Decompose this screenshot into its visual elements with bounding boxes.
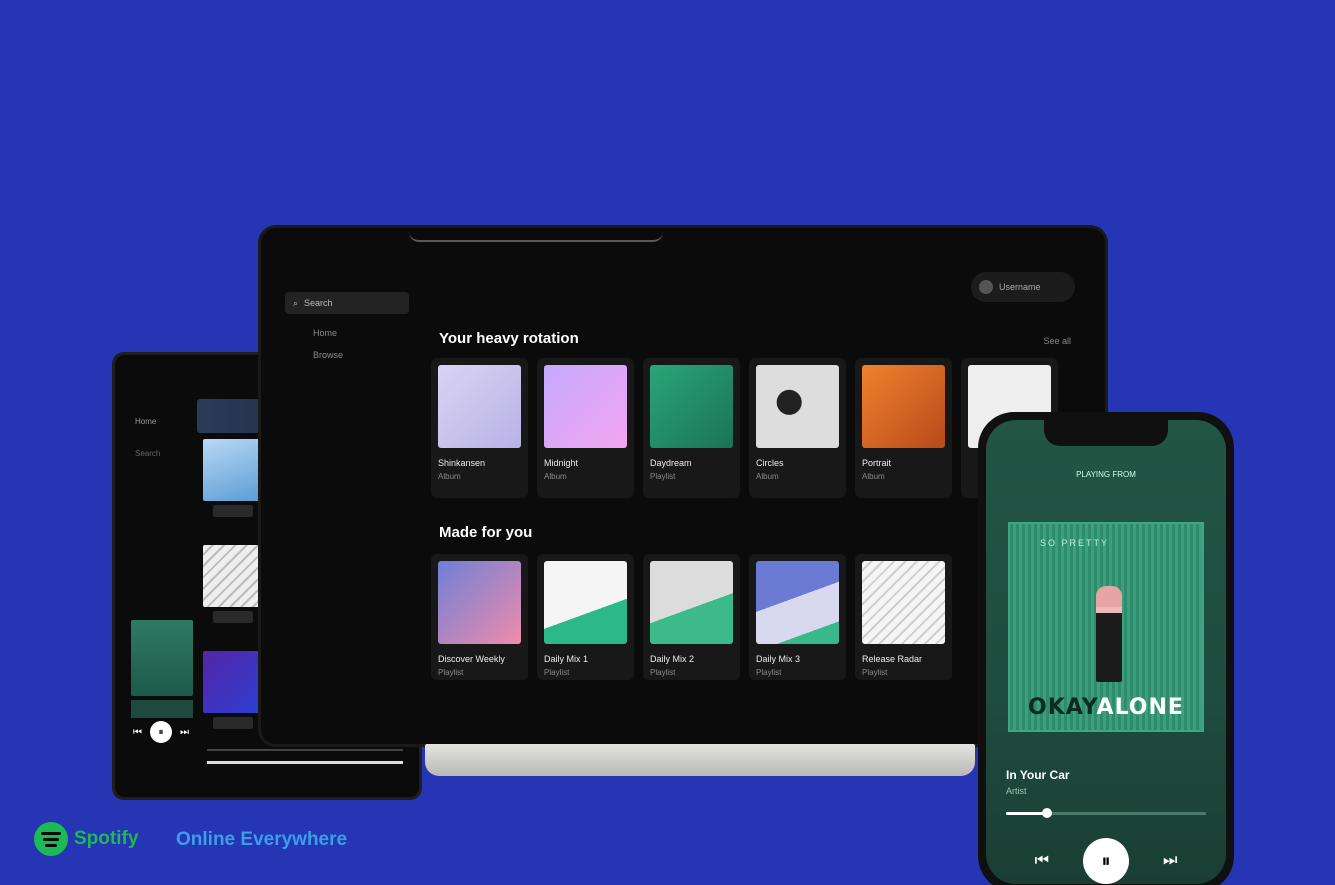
album-card[interactable]: Circles Album — [749, 358, 846, 498]
tablet-divider — [207, 749, 403, 751]
tile-art — [203, 545, 265, 607]
tablet-tile[interactable] — [203, 439, 265, 517]
progress-fill — [1006, 812, 1046, 815]
album-cover-figure — [1096, 586, 1122, 682]
song-title: In Your Car — [1006, 768, 1070, 782]
tablet-tile[interactable] — [203, 545, 265, 623]
album-art — [862, 365, 945, 448]
tablet-sidebar-search[interactable]: Search — [135, 449, 160, 458]
profile-menu-button[interactable]: Username — [971, 272, 1075, 302]
playlist-card[interactable]: Daily Mix 3 Playlist — [749, 554, 846, 680]
tile-art — [203, 439, 265, 501]
phone-progress-bar[interactable] — [1006, 812, 1206, 815]
now-playing-header: PLAYING FROM — [1076, 470, 1136, 479]
album-card[interactable]: Midnight Album — [537, 358, 634, 498]
album-cover-title: OKAYALONE — [1028, 695, 1184, 720]
album-art — [756, 365, 839, 448]
tablet-now-playing-art[interactable] — [131, 620, 193, 696]
profile-name: Username — [999, 282, 1041, 292]
album-art — [438, 365, 521, 448]
phone-notch — [1044, 420, 1168, 446]
laptop-sidebar: ⌕ Search Home Browse — [285, 292, 415, 366]
album-card[interactable]: Daydream Playlist — [643, 358, 740, 498]
avatar — [979, 280, 993, 294]
tablet-tile[interactable] — [203, 651, 265, 729]
spotify-icon — [34, 822, 68, 856]
playlist-art — [650, 561, 733, 644]
tablet-now-playing-info — [131, 700, 193, 718]
see-all-link[interactable]: See all — [1043, 336, 1071, 346]
section-made-for-you-title: Made for you — [439, 524, 533, 541]
section-heavy-rotation-title: Your heavy rotation — [439, 330, 579, 347]
album-card[interactable]: Portrait Album — [855, 358, 952, 498]
tablet-sidebar-home[interactable]: Home — [135, 417, 156, 426]
album-cover: SO PRETTY OKAYALONE — [1008, 522, 1204, 732]
search-icon: ⌕ — [293, 297, 299, 308]
phone-device: PLAYING FROM SO PRETTY OKAYALONE In Your… — [978, 412, 1234, 885]
playlist-art — [438, 561, 521, 644]
album-art — [650, 365, 733, 448]
tablet-player-controls: ⏮ ⏸ ⏭ — [133, 721, 189, 743]
album-cover-top-text: SO PRETTY — [1040, 538, 1110, 548]
sidebar-search[interactable]: ⌕ Search — [285, 292, 409, 314]
next-icon[interactable]: ⏭ — [1163, 852, 1177, 870]
sidebar-nav: Home Browse — [285, 322, 415, 366]
next-icon[interactable]: ⏭ — [180, 727, 189, 738]
tile-art — [203, 651, 265, 713]
album-card[interactable]: Shinkansen Album — [431, 358, 528, 498]
play-pause-button[interactable]: ⏸ — [150, 721, 172, 743]
playlist-card[interactable]: Release Radar Playlist — [855, 554, 952, 680]
tablet-progress-bar[interactable] — [207, 761, 403, 764]
heavy-rotation-row: Shinkansen Album Midnight Album Daydream Pl… — [431, 358, 1058, 498]
brand-logo: Spotify — [34, 822, 138, 856]
playlist-art — [756, 561, 839, 644]
playlist-art — [862, 561, 945, 644]
laptop-base — [425, 744, 975, 776]
phone-player-controls: ⏮ ⏸ ⏭ — [986, 838, 1226, 884]
playlist-card[interactable]: Daily Mix 1 Playlist — [537, 554, 634, 680]
play-pause-button[interactable]: ⏸ — [1083, 838, 1129, 884]
sidebar-item-home[interactable]: Home — [285, 322, 415, 344]
previous-icon[interactable]: ⏮ — [1035, 852, 1049, 870]
album-art — [544, 365, 627, 448]
playlist-card[interactable]: Daily Mix 2 Playlist — [643, 554, 740, 680]
brand-tagline: Online Everywhere — [176, 829, 348, 850]
sidebar-item-browse[interactable]: Browse — [285, 344, 415, 366]
progress-knob[interactable] — [1042, 808, 1052, 818]
song-artist: Artist — [1006, 786, 1027, 796]
search-label: Search — [304, 298, 333, 308]
made-for-you-row: Discover Weekly Playlist Daily Mix 1 Playl… — [431, 554, 952, 680]
phone-screen: PLAYING FROM SO PRETTY OKAYALONE In Your… — [986, 420, 1226, 884]
playlist-art — [544, 561, 627, 644]
previous-icon[interactable]: ⏮ — [133, 727, 142, 738]
brand-name: Spotify — [74, 828, 139, 849]
playlist-card[interactable]: Discover Weekly Playlist — [431, 554, 528, 680]
